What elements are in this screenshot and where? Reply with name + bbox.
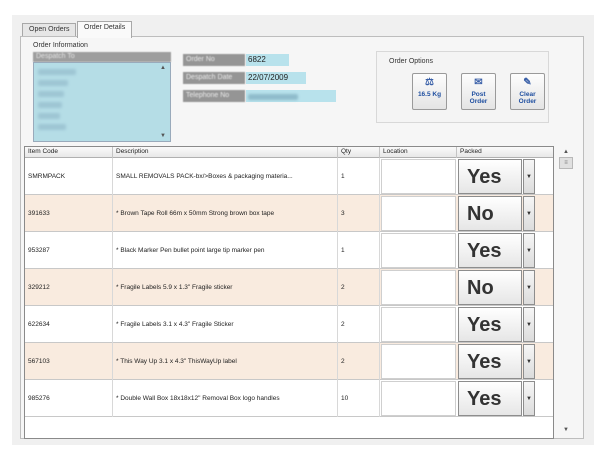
location-input[interactable] (381, 307, 456, 342)
packed-select[interactable]: Yes (458, 233, 522, 268)
location-input[interactable] (381, 233, 456, 268)
despatch-address-box[interactable]: ▲ ▼ (33, 62, 171, 142)
column-description[interactable]: Description (113, 147, 338, 158)
qty-cell: 1 (338, 232, 380, 269)
chevron-down-icon[interactable]: ▼ (523, 344, 535, 379)
column-item-code[interactable]: Item Code (25, 147, 113, 158)
location-input[interactable] (381, 344, 456, 379)
scales-icon: ⚖ (425, 77, 434, 88)
chevron-down-icon[interactable]: ▼ (523, 307, 535, 342)
order-options-group: Order Options ⚖ 16.5 Kg ✉ Post Order ✎ C… (376, 51, 549, 123)
item-code-cell: 622634 (25, 306, 113, 343)
table-row[interactable]: 329212 * Fragile Labels 5.9 x 1.3" Fragi… (25, 269, 553, 306)
qty-cell: 3 (338, 195, 380, 232)
description-cell: * Fragile Labels 3.1 x 4.3" Fragile Stic… (113, 306, 338, 343)
address-line (38, 102, 62, 108)
item-code-cell: 953287 (25, 232, 113, 269)
table-row[interactable]: 985276 * Double Wall Box 18x18x12" Remov… (25, 380, 553, 417)
location-input[interactable] (381, 270, 456, 305)
weight-label: 16.5 Kg (417, 91, 442, 98)
item-code-cell: 567103 (25, 343, 113, 380)
clear-order-button[interactable]: ✎ Clear Order (510, 73, 545, 110)
qty-cell: 2 (338, 269, 380, 306)
telephone-no-field[interactable] (246, 90, 336, 102)
description-cell: * Double Wall Box 18x18x12" Removal Box … (113, 380, 338, 417)
tab-order-details[interactable]: Order Details (77, 21, 133, 38)
location-input[interactable] (381, 196, 456, 231)
clear-order-label: Clear Order (518, 91, 537, 105)
description-cell: SMALL REMOVALS PACK-bx/>Boxes & packagin… (113, 158, 338, 195)
item-code-cell: SMRMPACK (25, 158, 113, 195)
chevron-down-icon[interactable]: ▼ (523, 270, 535, 305)
packed-select[interactable]: Yes (458, 381, 522, 416)
despatch-date-field[interactable]: 22/07/2009 (246, 72, 306, 84)
packed-select[interactable]: Yes (458, 307, 522, 342)
address-line (38, 69, 76, 75)
grid-scroll-up-icon[interactable]: ▲ (563, 149, 569, 155)
post-icon: ✉ (474, 77, 483, 88)
address-line (38, 124, 66, 130)
address-line (38, 80, 68, 86)
grid-header: Item Code Description Qty Location Packe… (25, 147, 553, 158)
description-cell: * This Way Up 3.1 x 4.3" ThisWayUp label (113, 343, 338, 380)
broom-icon: ✎ (523, 77, 532, 88)
chevron-down-icon[interactable]: ▼ (523, 381, 535, 416)
item-code-cell: 329212 (25, 269, 113, 306)
column-qty[interactable]: Qty (338, 147, 380, 158)
packed-select[interactable]: Yes (458, 159, 522, 194)
telephone-no-label: Telephone No (183, 90, 245, 102)
despatch-date-label: Despatch Date (183, 72, 245, 84)
location-input[interactable] (381, 381, 456, 416)
packed-select[interactable]: Yes (458, 344, 522, 379)
location-input[interactable] (381, 159, 456, 194)
qty-cell: 10 (338, 380, 380, 417)
table-row[interactable]: 391633 * Brown Tape Roll 66m x 50mm Stro… (25, 195, 553, 232)
order-details-panel: Order Information Despatch To ▲ ▼ Order … (20, 36, 584, 439)
chevron-down-icon[interactable]: ▼ (523, 233, 535, 268)
column-packed[interactable]: Packed (457, 147, 541, 158)
tab-open-orders[interactable]: Open Orders (22, 23, 77, 37)
weight-button[interactable]: ⚖ 16.5 Kg (412, 73, 447, 110)
table-row[interactable]: 622634 * Fragile Labels 3.1 x 4.3" Fragi… (25, 306, 553, 343)
chevron-down-icon[interactable]: ▼ (523, 196, 535, 231)
qty-cell: 2 (338, 306, 380, 343)
packed-select[interactable]: No (458, 270, 522, 305)
column-location[interactable]: Location (380, 147, 457, 158)
order-no-label: Order No (183, 54, 245, 66)
qty-cell: 1 (338, 158, 380, 195)
order-lines-grid: Item Code Description Qty Location Packe… (24, 146, 554, 439)
address-line (38, 113, 60, 119)
item-code-cell: 985276 (25, 380, 113, 417)
address-line (38, 91, 64, 97)
post-order-label: Post Order (469, 91, 488, 105)
order-options-label: Order Options (389, 58, 433, 65)
description-cell: * Black Marker Pen bullet point large ti… (113, 232, 338, 269)
telephone-value-redacted (248, 94, 298, 100)
scroll-up-arrow-icon[interactable]: ▲ (160, 65, 166, 71)
order-information-label: Order Information (33, 42, 88, 49)
table-row[interactable]: SMRMPACK SMALL REMOVALS PACK-bx/>Boxes &… (25, 158, 553, 195)
grid-scroll-down-icon[interactable]: ▼ (563, 427, 569, 433)
description-cell: * Brown Tape Roll 66m x 50mm Strong brow… (113, 195, 338, 232)
chevron-down-icon[interactable]: ▼ (523, 159, 535, 194)
table-row[interactable]: 953287 * Black Marker Pen bullet point l… (25, 232, 553, 269)
despatch-to-header: Despatch To (33, 52, 171, 62)
qty-cell: 2 (338, 343, 380, 380)
item-code-cell: 391633 (25, 195, 113, 232)
scroll-down-arrow-icon[interactable]: ▼ (160, 133, 166, 139)
application-window: Open Orders Order Details Order Informat… (12, 15, 594, 445)
grid-scroll-thumb[interactable]: ≡ (559, 157, 573, 169)
post-order-button[interactable]: ✉ Post Order (461, 73, 496, 110)
description-cell: * Fragile Labels 5.9 x 1.3" Fragile stic… (113, 269, 338, 306)
order-no-field[interactable]: 6822 (246, 54, 289, 66)
table-row[interactable]: 567103 * This Way Up 3.1 x 4.3" ThisWayU… (25, 343, 553, 380)
packed-select[interactable]: No (458, 196, 522, 231)
